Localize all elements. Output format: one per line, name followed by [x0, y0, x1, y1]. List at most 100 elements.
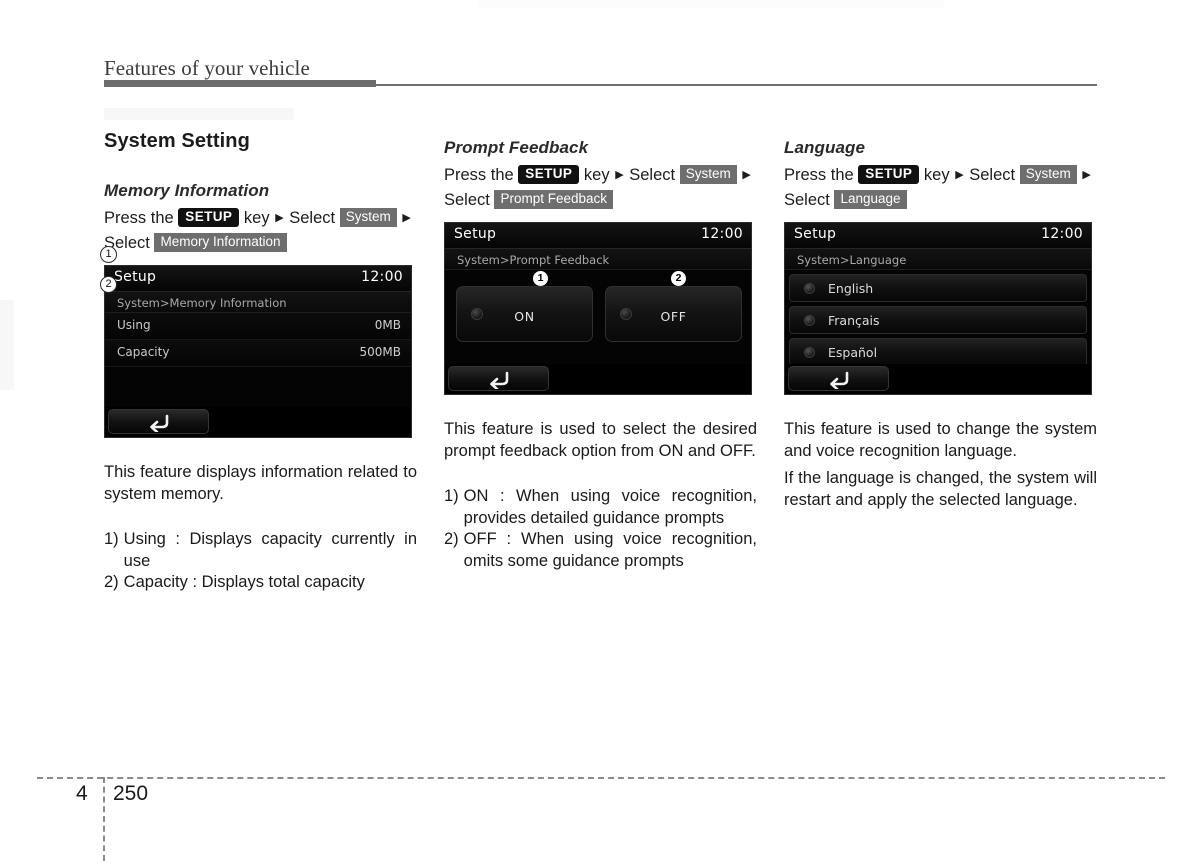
column-language: Language Press the SETUP key ▶ Select Sy… — [784, 130, 1097, 511]
table-row[interactable]: Capacity 500MB — [105, 340, 411, 367]
description-paragraph-language-2: If the language is changed, the system w… — [784, 469, 1097, 509]
menu-chip-prompt-feedback: Prompt Feedback — [494, 190, 614, 209]
footer-rule — [37, 777, 1165, 779]
list-item-number: 1) — [444, 487, 459, 505]
callout-marker-1: 1 — [533, 271, 548, 286]
screen-clock: 12:00 — [701, 226, 743, 242]
menu-chip-system: System — [1019, 165, 1077, 184]
screen-title: Setup — [454, 226, 497, 242]
footer-vertical-rule — [103, 777, 105, 861]
back-arrow-icon — [150, 414, 169, 432]
path-key-word: key — [583, 166, 610, 184]
screen-prompt-feedback: Setup 12:00 System>Prompt Feedback ON OF… — [444, 222, 752, 395]
description-paragraph-memory: This feature displays information relate… — [104, 463, 417, 503]
description-paragraph-language-1: This feature is used to change the syste… — [784, 420, 1097, 460]
numbered-list-memory: 1) Using : Displays capacity currently i… — [104, 529, 417, 594]
radio-icon — [804, 315, 815, 326]
row-value-capacity: 500MB — [359, 345, 402, 359]
row-label-capacity: Capacity — [117, 345, 170, 359]
list-item-number: 2) — [104, 573, 119, 591]
print-artifact-1 — [104, 108, 294, 120]
path-press-the: Press the — [784, 166, 854, 184]
screen-bottom-bar — [445, 364, 751, 394]
path-arrow-icon: ▶ — [275, 212, 284, 224]
screen-breadcrumb: System>Language — [785, 249, 1091, 270]
numbered-list-prompt-feedback: 1) ON : When using voice recognition, pr… — [444, 486, 757, 572]
screen-breadcrumb: System>Memory Information — [105, 292, 411, 313]
screen-memory-information: Setup 12:00 System>Memory Information Us… — [104, 265, 412, 438]
screen-clock: 12:00 — [1041, 226, 1083, 242]
list-item: 1) Using : Displays capacity currently i… — [104, 529, 417, 572]
row-value-using: 0MB — [374, 318, 401, 332]
screen-title: Setup — [114, 269, 157, 285]
screen-clock: 12:00 — [361, 269, 403, 285]
path-select-1: Select — [289, 209, 336, 227]
screen-language: Setup 12:00 System>Language English Fran… — [784, 222, 1092, 395]
list-item-text: ON : When using voice recognition, provi… — [463, 487, 757, 527]
setup-key-badge: SETUP — [858, 165, 920, 184]
back-button[interactable] — [788, 366, 889, 391]
path-press-the: Press the — [444, 166, 514, 184]
navigation-path-language: Press the SETUP key ▶ Select System ▶ Se… — [784, 163, 1097, 213]
list-item-text: Capacity : Displays total capacity — [123, 573, 365, 591]
list-item-language-espanol[interactable]: Español — [789, 338, 1087, 366]
option-button-on[interactable]: ON — [456, 286, 593, 342]
subsection-title-memory-information: Memory Information — [104, 181, 270, 200]
subsection-title-prompt-feedback: Prompt Feedback — [444, 138, 589, 157]
callout-marker-2: 2 — [671, 271, 686, 286]
navigation-path-prompt-feedback: Press the SETUP key ▶ Select System ▶ Se… — [444, 163, 757, 213]
option-button-group: ON OFF — [456, 286, 742, 342]
list-item-text: OFF : When using voice recognition, omit… — [463, 530, 757, 570]
option-button-off[interactable]: OFF — [605, 286, 742, 342]
path-key-word: key — [923, 166, 950, 184]
navigation-path-memory-information: Press the SETUP key ▶ Select System ▶ Se… — [104, 206, 417, 256]
radio-icon — [804, 283, 815, 294]
screen-topbar: Setup 12:00 — [785, 223, 1091, 249]
path-select-1: Select — [629, 166, 676, 184]
path-select-1: Select — [969, 166, 1016, 184]
menu-chip-memory-information: Memory Information — [154, 233, 287, 252]
manual-page: Features of your vehicle System Setting … — [0, 0, 1200, 861]
row-label-using: Using — [117, 318, 151, 332]
running-header: Features of your vehicle — [104, 56, 310, 80]
list-item-language-francais[interactable]: Français — [789, 306, 1087, 334]
list-item-language-english[interactable]: English — [789, 274, 1087, 302]
language-label-english: English — [828, 281, 874, 296]
table-row[interactable]: Using 0MB — [105, 313, 411, 340]
option-label-off: OFF — [660, 309, 687, 324]
description-paragraph-prompt-feedback: This feature is used to select the desir… — [444, 420, 757, 460]
path-arrow-icon: ▶ — [615, 169, 624, 181]
menu-chip-system: System — [339, 208, 397, 227]
screen-bottom-bar — [785, 364, 1091, 394]
option-label-on: ON — [514, 309, 535, 324]
list-item-number: 1) — [104, 530, 119, 548]
menu-chip-system: System — [679, 165, 737, 184]
screen-topbar: Setup 12:00 — [105, 266, 411, 292]
path-select-2: Select — [444, 191, 490, 209]
path-arrow-icon-2: ▶ — [402, 212, 411, 224]
column-prompt-feedback: Prompt Feedback Press the SETUP key ▶ Se… — [444, 130, 757, 572]
radio-icon — [804, 347, 815, 358]
page-top-band — [478, 0, 944, 8]
column-system-setting: System Setting Memory Information Press … — [100, 130, 417, 594]
screen-title: Setup — [794, 226, 837, 242]
list-item-text: Using : Displays capacity currently in u… — [123, 530, 417, 570]
list-item: 1) ON : When using voice recognition, pr… — [444, 486, 757, 529]
screen-bottom-bar — [105, 407, 411, 437]
subsection-title-language: Language — [784, 138, 866, 157]
path-select-2: Select — [784, 191, 830, 209]
footer-chapter-number: 4 — [76, 782, 88, 805]
setup-key-badge: SETUP — [518, 165, 580, 184]
list-item-number: 2) — [444, 530, 459, 548]
back-button[interactable] — [108, 409, 209, 434]
back-button[interactable] — [448, 366, 549, 391]
menu-chip-language: Language — [834, 190, 907, 209]
footer-page-number: 250 — [113, 782, 149, 805]
language-label-espanol: Español — [828, 345, 878, 360]
setup-key-badge: SETUP — [178, 208, 240, 227]
